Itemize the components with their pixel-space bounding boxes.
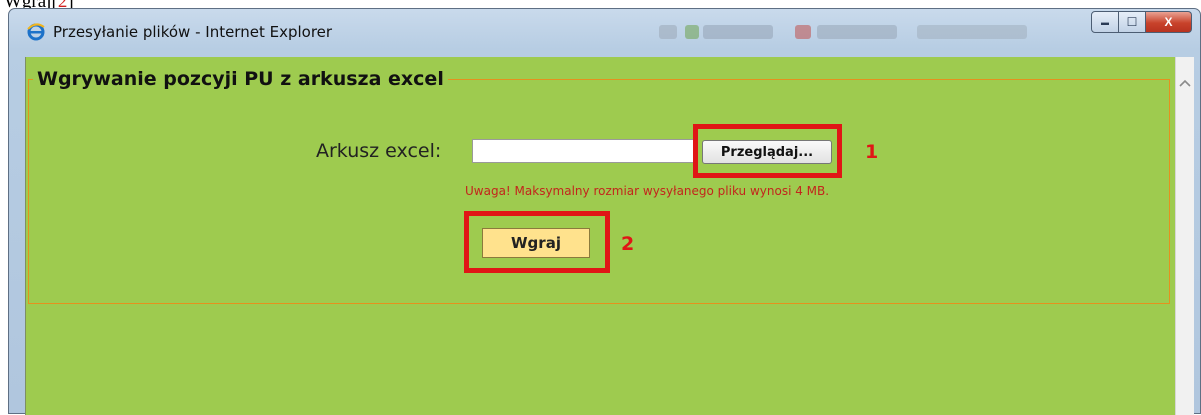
close-button[interactable]: X	[1146, 11, 1192, 33]
maximize-button[interactable]: ☐	[1119, 11, 1146, 33]
window-title: Przesyłanie plików - Internet Explorer	[53, 23, 333, 41]
blur-block	[685, 25, 699, 39]
upload-fieldset: Wgrywanie pozcyji PU z arkusza excel Ark…	[28, 68, 1170, 304]
scroll-up-arrow-icon[interactable]	[1179, 77, 1191, 89]
browser-window: Przesyłanie plików - Internet Explorer ▬…	[8, 8, 1201, 415]
blur-block	[817, 25, 897, 39]
annotation-number-1: 1	[865, 141, 879, 163]
blur-block	[703, 25, 773, 39]
minimize-button[interactable]: ▬	[1091, 11, 1119, 33]
file-label: Arkusz excel:	[316, 140, 442, 162]
ie-icon	[27, 23, 45, 41]
title-bar[interactable]: Przesyłanie plików - Internet Explorer ▬…	[9, 9, 1200, 59]
page-content: Wgrywanie pozcyji PU z arkusza excel Ark…	[25, 57, 1175, 415]
blurred-taskbar-area	[659, 23, 1049, 43]
window-controls: ▬ ☐ X	[1091, 11, 1192, 33]
blur-block	[659, 25, 677, 39]
minimize-icon: ▬	[1101, 17, 1109, 27]
blur-block	[795, 25, 811, 39]
file-path-input[interactable]	[472, 139, 694, 163]
annotation-box-1	[693, 124, 842, 178]
file-size-warning: Uwaga! Maksymalny rozmiar wysyłanego pli…	[465, 184, 830, 198]
annotation-number-2: 2	[621, 233, 635, 255]
close-icon: X	[1164, 15, 1173, 29]
maximize-icon: ☐	[1126, 15, 1138, 29]
fieldset-legend: Wgrywanie pozcyji PU z arkusza excel	[33, 68, 448, 90]
vertical-scrollbar[interactable]	[1175, 57, 1194, 415]
annotation-box-2	[464, 211, 610, 273]
blur-block	[917, 25, 1027, 39]
